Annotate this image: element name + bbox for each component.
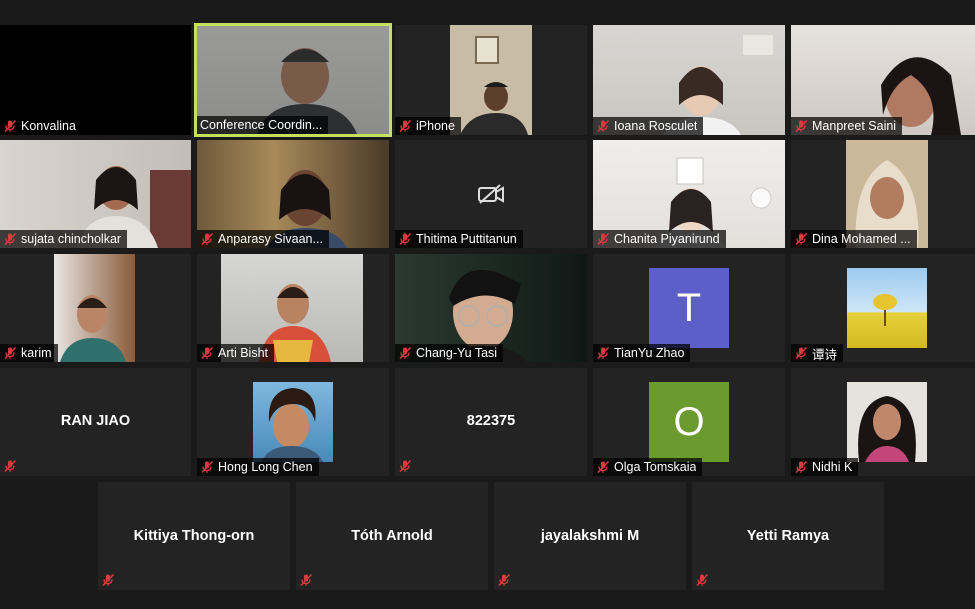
profile-picture bbox=[847, 268, 927, 348]
participant-tile-anparasy[interactable]: Anparasy Sivaan... bbox=[197, 140, 389, 248]
mic-off-icon bbox=[497, 573, 511, 587]
name-label: Hong Long Chen bbox=[197, 458, 319, 476]
mic-off-icon bbox=[200, 346, 214, 360]
participant-tile-822375[interactable]: 822375 bbox=[395, 368, 587, 476]
participant-tile-karim[interactable]: karim bbox=[0, 254, 191, 362]
name-label: iPhone bbox=[395, 117, 461, 135]
participant-name: 822375 bbox=[466, 413, 516, 429]
name-label: 谭诗 bbox=[791, 344, 844, 362]
mic-off-icon bbox=[794, 232, 808, 246]
participant-tile-iphone[interactable]: iPhone bbox=[395, 25, 587, 135]
mic-off-icon bbox=[794, 119, 808, 133]
participant-tile-manpreet-saini[interactable]: Manpreet Saini bbox=[791, 25, 975, 135]
avatar: O bbox=[649, 382, 729, 462]
participant-tile-nidhi-k[interactable]: Nidhi K bbox=[791, 368, 975, 476]
participant-name: Arti Bisht bbox=[218, 346, 269, 360]
mic-off-icon bbox=[200, 460, 214, 474]
participant-tile-kittiya[interactable]: Kittiya Thong-orn bbox=[98, 482, 290, 590]
mic-off-icon bbox=[3, 119, 17, 133]
participant-name: Olga Tomskaia bbox=[614, 460, 697, 474]
mic-off-icon bbox=[398, 346, 412, 360]
profile-picture bbox=[847, 382, 927, 462]
participant-name: iPhone bbox=[416, 119, 455, 133]
mic-off-icon bbox=[596, 119, 610, 133]
mic-off-icon bbox=[596, 232, 610, 246]
participant-tile-olga-tomskaia[interactable]: O Olga Tomskaia bbox=[593, 368, 785, 476]
participant-tile-konvalina[interactable]: Konvalina bbox=[0, 25, 191, 135]
participant-tile-arti-bisht[interactable]: Arti Bisht bbox=[197, 254, 389, 362]
name-label: Thitima Puttitanun bbox=[395, 230, 523, 248]
participant-name: Chang-Yu Tasi bbox=[416, 346, 498, 360]
mic-off-icon bbox=[299, 573, 313, 587]
participant-name: Chanita Piyanirund bbox=[614, 232, 720, 246]
mic-off-icon bbox=[3, 346, 17, 360]
participant-name: Dina Mohamed ... bbox=[812, 232, 911, 246]
participant-tile-hong-long-chen[interactable]: Hong Long Chen bbox=[197, 368, 389, 476]
participant-name: Konvalina bbox=[21, 119, 76, 133]
participant-tile-dina-mohamed[interactable]: Dina Mohamed ... bbox=[791, 140, 975, 248]
participant-name: 谭诗 bbox=[812, 347, 838, 362]
name-label: Olga Tomskaia bbox=[593, 458, 703, 476]
participant-name: sujata chincholkar bbox=[21, 232, 122, 246]
participant-tile-ran-jiao[interactable]: RAN JIAO bbox=[0, 368, 191, 476]
name-label: Nidhi K bbox=[791, 458, 859, 476]
participant-tile-tianyu-zhao[interactable]: T TianYu Zhao bbox=[593, 254, 785, 362]
participant-name: jayalakshmi M bbox=[540, 528, 640, 544]
name-label: Arti Bisht bbox=[197, 344, 275, 362]
name-label: Anparasy Sivaan... bbox=[197, 230, 329, 248]
participant-name: Yetti Ramya bbox=[746, 528, 830, 544]
participant-name: Tóth Arnold bbox=[351, 528, 433, 544]
participant-tile-yetti-ramya[interactable]: Yetti Ramya bbox=[692, 482, 884, 590]
mic-off-icon bbox=[200, 232, 214, 246]
mic-off-icon bbox=[3, 459, 17, 473]
name-label: TianYu Zhao bbox=[593, 344, 691, 362]
participant-tile-chanita[interactable]: Chanita Piyanirund bbox=[593, 140, 785, 248]
name-label: Chanita Piyanirund bbox=[593, 230, 726, 248]
name-label: Konvalina bbox=[0, 117, 82, 135]
mic-off-icon bbox=[695, 573, 709, 587]
participant-tile-thitima[interactable]: Thitima Puttitanun bbox=[395, 140, 587, 248]
participant-name: RAN JIAO bbox=[60, 413, 131, 429]
participant-tile-ioana-rosculet[interactable]: Ioana Rosculet bbox=[593, 25, 785, 135]
mic-off-icon bbox=[596, 460, 610, 474]
name-label: Manpreet Saini bbox=[791, 117, 903, 135]
name-label: sujata chincholkar bbox=[0, 230, 128, 248]
name-label: Chang-Yu Tasi bbox=[395, 344, 504, 362]
participant-tile-sujata-chincholkar[interactable]: sujata chincholkar bbox=[0, 140, 191, 248]
participant-name: Conference Coordin... bbox=[200, 118, 323, 132]
participant-name: Anparasy Sivaan... bbox=[218, 232, 323, 246]
participant-name: Hong Long Chen bbox=[218, 460, 313, 474]
participant-name: karim bbox=[21, 346, 52, 360]
avatar: T bbox=[649, 268, 729, 348]
name-label: karim bbox=[0, 344, 58, 362]
participant-name: Kittiya Thong-orn bbox=[133, 528, 255, 544]
mic-off-icon bbox=[398, 459, 412, 473]
participant-tile-toth-arnold[interactable]: Tóth Arnold bbox=[296, 482, 488, 590]
mic-off-icon bbox=[398, 119, 412, 133]
participant-tile-tan-shi[interactable]: 谭诗 bbox=[791, 254, 975, 362]
avatar-initial: T bbox=[676, 285, 702, 330]
name-label: Ioana Rosculet bbox=[593, 117, 704, 135]
participant-name: Thitima Puttitanun bbox=[416, 232, 517, 246]
profile-picture bbox=[253, 382, 333, 462]
participant-name: TianYu Zhao bbox=[614, 346, 685, 360]
participant-video bbox=[450, 25, 532, 135]
mic-off-icon bbox=[398, 232, 412, 246]
name-label: Dina Mohamed ... bbox=[791, 230, 917, 248]
mic-off-icon bbox=[596, 346, 610, 360]
mic-off-icon bbox=[794, 460, 808, 474]
name-label: Conference Coordin... bbox=[197, 116, 329, 134]
participant-tile-chang-yu-tasi[interactable]: Chang-Yu Tasi bbox=[395, 254, 587, 362]
participant-name: Manpreet Saini bbox=[812, 119, 897, 133]
mic-off-icon bbox=[101, 573, 115, 587]
camera-off-icon bbox=[478, 184, 504, 204]
avatar-initial: O bbox=[673, 399, 705, 444]
participant-name: Ioana Rosculet bbox=[614, 119, 698, 133]
participant-name: Nidhi K bbox=[812, 460, 853, 474]
mic-off-icon bbox=[3, 232, 17, 246]
participant-video bbox=[54, 254, 135, 362]
participant-tile-conference-coordinator[interactable]: Conference Coordin... bbox=[194, 23, 392, 137]
participant-tile-jayalakshmi[interactable]: jayalakshmi M bbox=[494, 482, 686, 590]
mic-off-icon bbox=[794, 346, 808, 360]
